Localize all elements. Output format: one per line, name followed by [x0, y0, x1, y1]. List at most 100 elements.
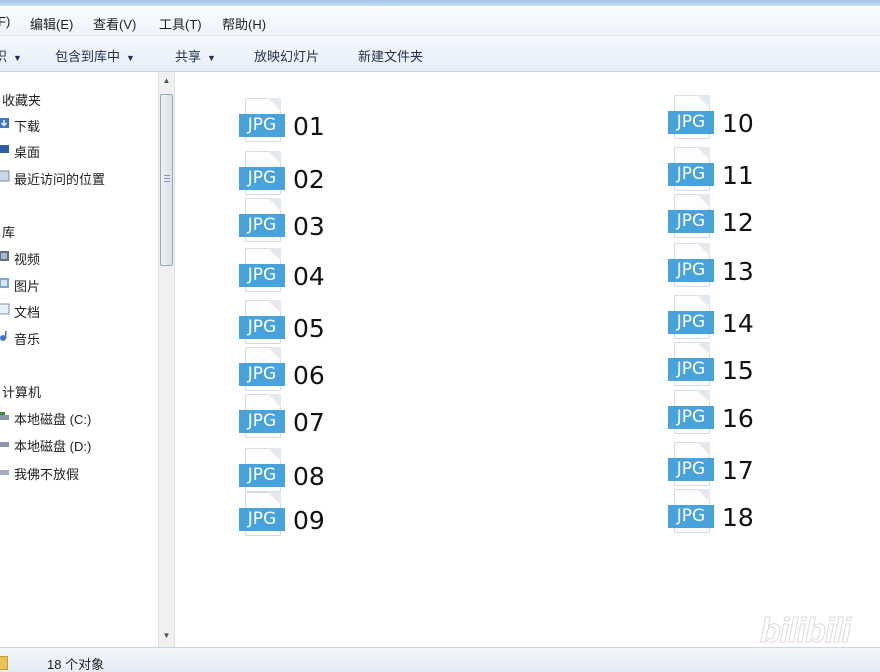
- jpg-badge: JPG: [668, 311, 714, 334]
- file-name: 10: [722, 109, 754, 138]
- organize-label: 织: [0, 49, 8, 64]
- new-folder-button[interactable]: 新建文件夹: [358, 46, 423, 65]
- file-item[interactable]: JPG 09: [239, 492, 349, 542]
- nav-music-label: 音乐: [14, 332, 41, 347]
- include-in-library-button[interactable]: 包含到库中 ▼: [55, 46, 135, 65]
- item-count: 18 个对象: [47, 657, 105, 672]
- file-item[interactable]: JPG 07: [239, 394, 349, 444]
- jpg-badge: JPG: [239, 167, 285, 190]
- file-item[interactable]: JPG 10: [668, 95, 778, 145]
- jpg-badge: JPG: [239, 316, 285, 339]
- file-item[interactable]: JPG 14: [668, 295, 778, 345]
- status-bar: 18 个对象: [0, 647, 880, 672]
- file-item[interactable]: JPG 12: [668, 194, 778, 244]
- jpg-badge: JPG: [239, 508, 285, 531]
- nav-disk-d-label: 本地磁盘 (D:): [14, 439, 92, 454]
- nav-libraries-label: 库: [2, 225, 16, 240]
- page-fold-icon: [268, 248, 281, 261]
- jpg-badge: JPG: [668, 210, 714, 233]
- page-fold-icon: [697, 390, 710, 403]
- file-item[interactable]: JPG 06: [239, 347, 349, 397]
- file-item[interactable]: JPG 03: [239, 198, 349, 248]
- page-fold-icon: [697, 342, 710, 355]
- menu-view[interactable]: 查看(V): [93, 14, 136, 33]
- page-fold-icon: [268, 448, 281, 461]
- grip-icon: [164, 175, 170, 184]
- nav-custom-drive-label: 我佛不放假: [14, 467, 80, 482]
- file-item[interactable]: JPG 02: [239, 151, 349, 201]
- nav-scrollbar[interactable]: ▲ ▼: [158, 72, 175, 647]
- file-name: 07: [293, 408, 325, 437]
- file-name: 04: [293, 262, 325, 291]
- jpg-badge: JPG: [668, 111, 714, 134]
- drive-icon: [0, 470, 9, 475]
- page-fold-icon: [268, 492, 281, 505]
- page-fold-icon: [697, 147, 710, 160]
- file-item[interactable]: JPG 04: [239, 248, 349, 298]
- nav-disk-c-label: 本地磁盘 (C:): [14, 412, 92, 427]
- jpg-badge: JPG: [668, 358, 714, 381]
- recent-places-icon: [0, 170, 10, 182]
- file-name: 13: [722, 257, 754, 286]
- file-item[interactable]: JPG 15: [668, 342, 778, 392]
- menu-help[interactable]: 帮助(H): [222, 14, 266, 33]
- page-fold-icon: [268, 394, 281, 407]
- jpg-badge: JPG: [239, 410, 285, 433]
- jpg-badge: JPG: [239, 264, 285, 287]
- file-name: 12: [722, 208, 754, 237]
- menu-tools[interactable]: 工具(T): [159, 14, 202, 33]
- slideshow-button[interactable]: 放映幻灯片: [254, 46, 319, 65]
- page-fold-icon: [268, 300, 281, 313]
- file-item[interactable]: JPG 16: [668, 390, 778, 440]
- file-name: 05: [293, 314, 325, 343]
- page-fold-icon: [697, 489, 710, 502]
- bilibili-watermark: bilibili: [759, 612, 851, 651]
- scroll-down-icon[interactable]: ▼: [159, 629, 174, 643]
- navigation-pane: 收藏夹 下载 桌面 最近访问的位置 库 视频 图片 文档 音乐 计算机 本地磁盘…: [0, 72, 158, 647]
- jpg-badge: JPG: [668, 259, 714, 282]
- page-fold-icon: [268, 347, 281, 360]
- file-item[interactable]: JPG 18: [668, 489, 778, 539]
- scroll-thumb[interactable]: [160, 94, 173, 266]
- videos-icon: [0, 251, 9, 261]
- file-item[interactable]: JPG 11: [668, 147, 778, 197]
- jpg-badge: JPG: [239, 114, 285, 137]
- file-name: 17: [722, 456, 754, 485]
- page-fold-icon: [697, 95, 710, 108]
- file-name: 06: [293, 361, 325, 390]
- nav-favorites-label: 收藏夹: [2, 93, 42, 108]
- page-fold-icon: [268, 151, 281, 164]
- file-name: 03: [293, 212, 325, 241]
- command-toolbar: 织 ▼ 包含到库中 ▼ 共享 ▼ 放映幻灯片 新建文件夹: [0, 36, 880, 72]
- file-name: 16: [722, 404, 754, 433]
- include-in-library-label: 包含到库中: [55, 49, 121, 64]
- nav-videos-label: 视频: [14, 252, 41, 267]
- page-fold-icon: [697, 194, 710, 207]
- jpg-badge: JPG: [239, 363, 285, 386]
- menu-file[interactable]: F): [0, 14, 10, 29]
- share-button[interactable]: 共享 ▼: [175, 46, 216, 65]
- page-fold-icon: [268, 198, 281, 211]
- file-item[interactable]: JPG 08: [239, 448, 349, 498]
- jpg-badge: JPG: [239, 464, 285, 487]
- file-item[interactable]: JPG 05: [239, 300, 349, 350]
- file-item[interactable]: JPG 01: [239, 98, 349, 148]
- scroll-up-icon[interactable]: ▲: [159, 74, 174, 88]
- organize-button[interactable]: 织 ▼: [0, 46, 22, 65]
- menu-edit[interactable]: 编辑(E): [30, 14, 73, 33]
- chevron-down-icon: ▼: [13, 53, 22, 63]
- share-label: 共享: [175, 49, 202, 64]
- documents-icon: [0, 303, 10, 315]
- page-fold-icon: [697, 243, 710, 256]
- file-item[interactable]: JPG 17: [668, 442, 778, 492]
- file-item[interactable]: JPG 13: [668, 243, 778, 293]
- nav-recent-places-label: 最近访问的位置: [14, 172, 106, 187]
- nav-pictures-label: 图片: [14, 279, 41, 294]
- page-fold-icon: [268, 98, 281, 111]
- chevron-down-icon: ▼: [126, 53, 135, 63]
- jpg-badge: JPG: [668, 505, 714, 528]
- nav-documents-label: 文档: [14, 305, 41, 320]
- file-name: 15: [722, 356, 754, 385]
- file-name: 08: [293, 462, 325, 491]
- downloads-icon: [0, 118, 9, 128]
